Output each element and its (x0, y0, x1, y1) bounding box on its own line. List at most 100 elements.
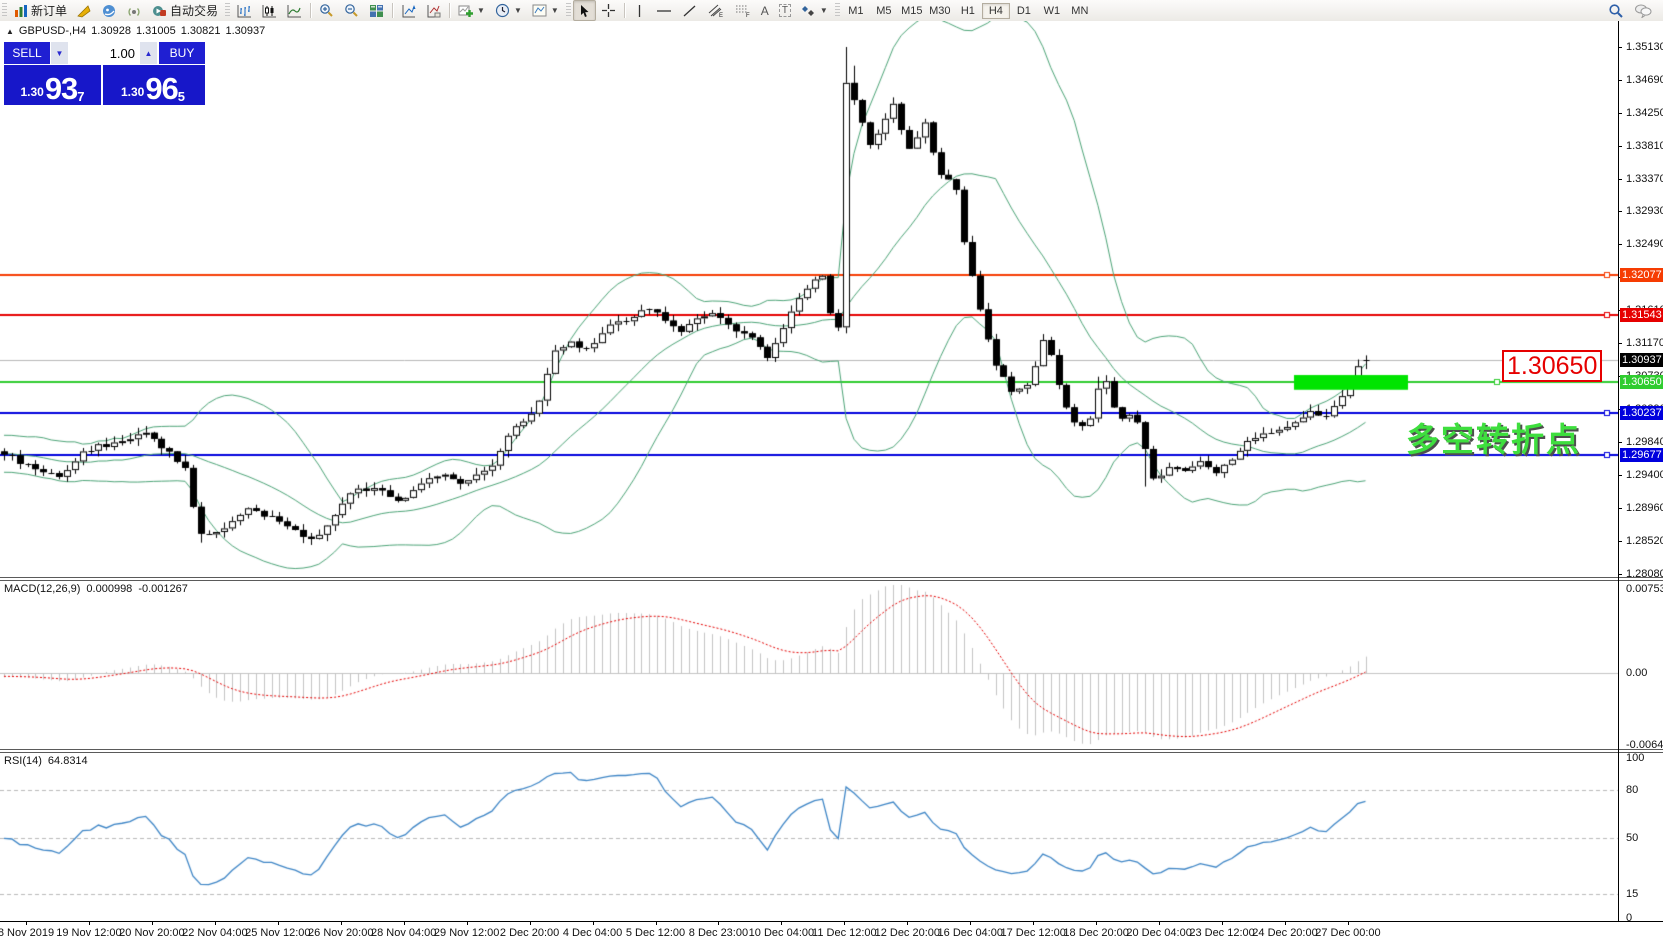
community-button[interactable] (97, 0, 122, 21)
signal-button[interactable] (122, 0, 147, 21)
rsi-pane-canvas[interactable] (0, 752, 1618, 921)
channel-icon: E (707, 3, 724, 18)
text-icon: A (761, 4, 769, 18)
buy-button[interactable]: BUY (158, 42, 205, 64)
chart-line-button[interactable] (282, 0, 307, 21)
rsi-axis-label: 50 (1626, 832, 1638, 844)
tf-mn-button[interactable]: MN (1066, 3, 1094, 19)
time-tick-mark (1159, 922, 1160, 925)
tf-d1-button[interactable]: D1 (1010, 3, 1038, 19)
tf-h1-button[interactable]: H1 (954, 3, 982, 19)
chart-candles-icon (262, 4, 277, 18)
time-tick-mark (467, 922, 468, 925)
search-icon (1608, 3, 1624, 19)
templates-icon (532, 4, 547, 18)
time-tick-label: 22 Nov 04:00 (182, 927, 247, 939)
time-tick-label: 23 Dec 12:00 (1189, 927, 1254, 939)
buy-quote[interactable]: 1.30965 (103, 65, 203, 105)
sell-quote[interactable]: 1.30937 (4, 65, 103, 105)
text-label-button[interactable]: T (774, 0, 796, 21)
gold-arrow-button[interactable] (72, 0, 97, 21)
text-button[interactable]: A (756, 0, 774, 21)
panel-collapse-icon[interactable]: ▲ (6, 27, 14, 36)
price-tick-label: 1.29400 (1626, 469, 1663, 481)
horizontal-line-button[interactable] (651, 0, 677, 21)
symbol-period-label: GBPUSD-,H4 (19, 25, 86, 37)
toolbar-grip[interactable] (225, 3, 230, 18)
chart-candles-button[interactable] (257, 0, 282, 21)
zoom-out-icon (344, 3, 359, 18)
time-tick-mark (844, 922, 845, 925)
volume-decrease-button[interactable]: ▼ (51, 42, 69, 64)
add-indicator-button[interactable]: ▼ (453, 0, 490, 21)
time-tick-mark (1285, 922, 1286, 925)
vertical-line-icon (633, 4, 646, 18)
templates-button[interactable]: ▼ (527, 0, 564, 21)
indicator-list-icon (426, 4, 441, 18)
time-tick-mark (718, 922, 719, 925)
mt4-window: 新订单 自动交易 (0, 0, 1663, 944)
fibonacci-button[interactable]: F (729, 0, 756, 21)
pane-separator[interactable] (0, 577, 1663, 581)
rsi-label: RSI(14) 64.8314 (4, 755, 88, 767)
vertical-line-button[interactable] (628, 0, 651, 21)
toolbar-grip[interactable] (835, 3, 840, 18)
time-tick-mark (1096, 922, 1097, 925)
pane-separator[interactable] (0, 749, 1663, 753)
trendline-button[interactable] (677, 0, 702, 21)
sell-price-prefix: 1.30 (20, 85, 43, 99)
chat-button[interactable] (1629, 0, 1657, 21)
time-tick-label: 25 Nov 12:00 (245, 927, 310, 939)
volume-increase-button[interactable]: ▲ (140, 42, 158, 64)
time-tick-mark (341, 922, 342, 925)
toolbar-grip[interactable] (566, 3, 571, 18)
time-tick-label: 20 Nov 20:00 (119, 927, 184, 939)
indicator-window-button[interactable] (396, 0, 421, 21)
price-tick-mark (1618, 47, 1622, 48)
arrows-button[interactable]: ▼ (796, 0, 833, 21)
search-button[interactable] (1603, 0, 1629, 21)
time-tick-label: 24 Dec 20:00 (1252, 927, 1317, 939)
tf-m1-button[interactable]: M1 (842, 3, 870, 19)
time-tick-label: 16 Dec 04:00 (938, 927, 1003, 939)
indicator-list-button[interactable] (421, 0, 446, 21)
time-axis[interactable]: 8 Nov 201919 Nov 12:0020 Nov 20:0022 Nov… (0, 921, 1663, 944)
tf-m15-button[interactable]: M15 (898, 3, 926, 19)
price-tick-label: 1.33810 (1626, 140, 1663, 152)
crosshair-button[interactable] (596, 0, 621, 21)
turning-point-note[interactable]: 多空转折点 (1406, 413, 1581, 461)
sell-price-pip: 7 (77, 92, 84, 102)
price-tick-mark (1618, 244, 1622, 245)
price-annotation-box[interactable]: 1.30650 (1502, 350, 1602, 382)
time-tick-mark (781, 922, 782, 925)
chart-bars-button[interactable] (232, 0, 257, 21)
tf-m30-button[interactable]: M30 (926, 3, 954, 19)
price-tick-label: 1.31170 (1626, 337, 1663, 349)
price-tick-mark (1618, 343, 1622, 344)
tf-m5-button[interactable]: M5 (870, 3, 898, 19)
new-order-button[interactable]: 新订单 (9, 0, 72, 21)
volume-input[interactable] (69, 42, 139, 64)
tile-windows-button[interactable] (364, 0, 389, 21)
channel-button[interactable]: E (702, 0, 729, 21)
price-tick-mark (1618, 442, 1622, 443)
toolbar-grip[interactable] (2, 3, 7, 18)
periods-button[interactable]: ▼ (490, 0, 527, 21)
tf-w1-button[interactable]: W1 (1038, 3, 1066, 19)
tf-h4-button[interactable]: H4 (982, 3, 1010, 19)
zoom-out-button[interactable] (339, 0, 364, 21)
macd-pane-canvas[interactable] (0, 580, 1618, 749)
sell-button[interactable]: SELL (4, 42, 51, 64)
autotrade-label: 自动交易 (170, 2, 218, 19)
main-chart-canvas[interactable] (0, 21, 1618, 577)
cursor-button[interactable] (573, 0, 596, 21)
macd-axis-top: 0.007538 (1626, 583, 1663, 595)
time-tick-mark (89, 922, 90, 925)
time-tick-label: 10 Dec 04:00 (749, 927, 814, 939)
zoom-in-button[interactable] (314, 0, 339, 21)
autotrade-button[interactable]: 自动交易 (147, 0, 223, 21)
time-tick-label: 8 Nov 2019 (0, 927, 54, 939)
time-tick-mark (1033, 922, 1034, 925)
time-tick-mark (1222, 922, 1223, 925)
fibonacci-icon: F (734, 3, 751, 18)
